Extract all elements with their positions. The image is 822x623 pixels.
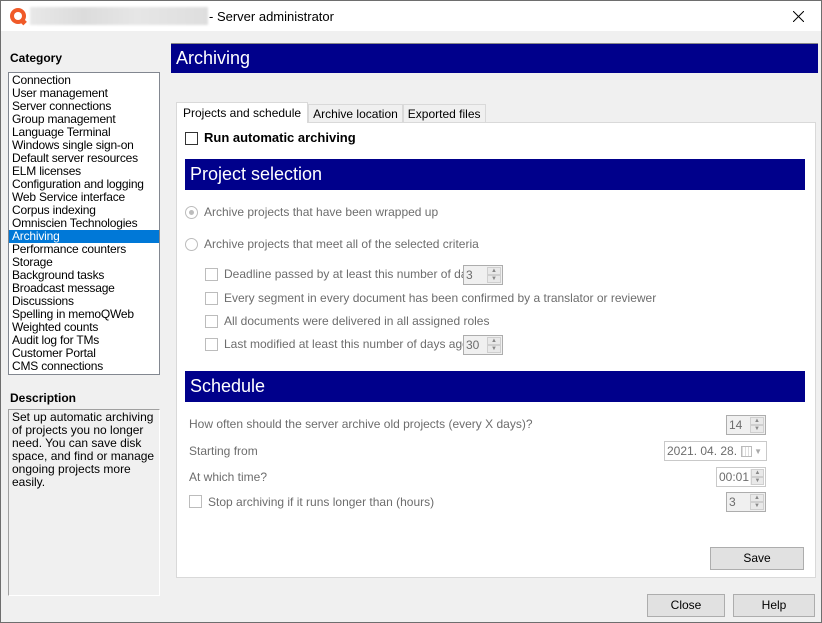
deadline-label: Deadline passed by at least this number … bbox=[224, 267, 483, 281]
spin-down-icon[interactable]: ▼ bbox=[487, 345, 501, 353]
starting-date-picker[interactable]: 2021. 04. 28. ▼ bbox=[664, 441, 767, 461]
description-box: Set up automatic archiving of projects y… bbox=[8, 409, 160, 596]
starting-from-label: Starting from bbox=[189, 444, 258, 458]
description-label: Description bbox=[10, 391, 77, 405]
run-automatic-archiving-label: Run automatic archiving bbox=[204, 130, 356, 145]
close-window-button[interactable] bbox=[775, 1, 821, 31]
tab-strip: Projects and schedule Archive location E… bbox=[176, 102, 486, 123]
radio-wrapped-up-label: Archive projects that have been wrapped … bbox=[204, 205, 439, 219]
calendar-icon bbox=[741, 445, 753, 457]
tab-projects-and-schedule[interactable]: Projects and schedule bbox=[176, 102, 309, 123]
deadline-days-value: 3 bbox=[466, 268, 473, 282]
delivered-label: All documents were delivered in all assi… bbox=[224, 314, 490, 328]
spin-up-icon[interactable]: ▲ bbox=[750, 494, 764, 502]
sidebar-item-cms-connections[interactable]: CMS connections bbox=[9, 360, 159, 373]
spin-up-icon[interactable]: ▲ bbox=[751, 469, 764, 477]
time-value: 00:01 bbox=[719, 470, 750, 484]
last-modified-days-value: 30 bbox=[466, 338, 480, 352]
redacted-server-name bbox=[30, 7, 208, 25]
deadline-days-stepper[interactable]: 3 ▲ ▼ bbox=[463, 265, 503, 285]
confirmed-checkbox[interactable] bbox=[205, 292, 218, 305]
last-modified-days-stepper[interactable]: 30 ▲ ▼ bbox=[463, 335, 503, 355]
run-automatic-archiving-checkbox[interactable] bbox=[185, 132, 198, 145]
confirmed-label: Every segment in every document has been… bbox=[224, 291, 657, 305]
server-admin-window: - Server administrator Category Connecti… bbox=[0, 0, 822, 623]
close-button[interactable]: Close bbox=[647, 594, 725, 617]
spin-up-icon[interactable]: ▲ bbox=[487, 267, 501, 275]
memoq-logo-icon bbox=[10, 8, 26, 24]
radio-wrapped-up[interactable] bbox=[185, 206, 198, 219]
schedule-header: Schedule bbox=[185, 371, 805, 402]
close-icon bbox=[792, 10, 804, 22]
stop-archiving-checkbox[interactable] bbox=[189, 495, 202, 508]
chevron-down-icon[interactable]: ▼ bbox=[754, 447, 762, 456]
save-button[interactable]: Save bbox=[710, 547, 804, 570]
frequency-label: How often should the server archive old … bbox=[189, 417, 533, 431]
spin-down-icon[interactable]: ▼ bbox=[750, 425, 764, 433]
spin-up-icon[interactable]: ▲ bbox=[750, 417, 764, 425]
stop-hours-value: 3 bbox=[729, 495, 736, 509]
radio-meet-criteria[interactable] bbox=[185, 238, 198, 251]
last-modified-checkbox[interactable] bbox=[205, 338, 218, 351]
tab-exported-files[interactable]: Exported files bbox=[402, 104, 486, 123]
delivered-checkbox[interactable] bbox=[205, 315, 218, 328]
time-label: At which time? bbox=[189, 470, 268, 484]
starting-date-value: 2021. 04. 28. bbox=[667, 444, 738, 458]
spin-down-icon[interactable]: ▼ bbox=[751, 477, 764, 485]
radio-meet-criteria-label: Archive projects that meet all of the se… bbox=[204, 237, 479, 251]
window-title: - Server administrator bbox=[209, 9, 334, 24]
stop-archiving-label: Stop archiving if it runs longer than (h… bbox=[208, 495, 435, 509]
deadline-checkbox[interactable] bbox=[205, 268, 218, 281]
tab-archive-location[interactable]: Archive location bbox=[308, 104, 403, 123]
time-stepper[interactable]: 00:01 ▲ ▼ bbox=[716, 467, 766, 487]
category-label: Category bbox=[10, 51, 63, 65]
frequency-days-value: 14 bbox=[729, 418, 743, 432]
title-bar: - Server administrator bbox=[1, 1, 821, 31]
spin-down-icon[interactable]: ▼ bbox=[487, 275, 501, 283]
stop-hours-stepper[interactable]: 3 ▲ ▼ bbox=[726, 492, 766, 512]
category-list[interactable]: Connection User management Server connecti… bbox=[8, 72, 160, 375]
project-selection-header: Project selection bbox=[185, 159, 805, 190]
help-button[interactable]: Help bbox=[733, 594, 815, 617]
frequency-days-stepper[interactable]: 14 ▲ ▼ bbox=[726, 415, 766, 435]
spin-down-icon[interactable]: ▼ bbox=[750, 502, 764, 510]
last-modified-label: Last modified at least this number of da… bbox=[224, 337, 473, 351]
page-title: Archiving bbox=[171, 43, 818, 73]
spin-up-icon[interactable]: ▲ bbox=[487, 337, 501, 345]
